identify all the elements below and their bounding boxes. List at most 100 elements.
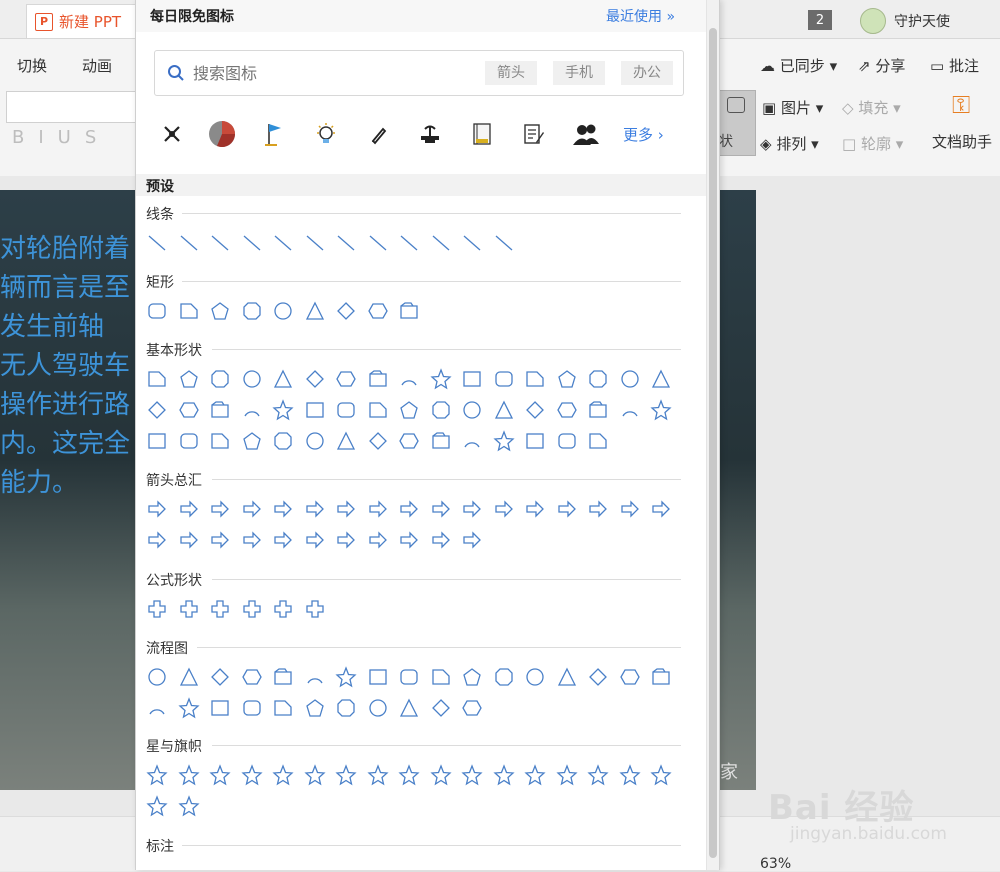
shape-item[interactable] <box>650 399 672 425</box>
shape-item[interactable] <box>398 666 420 692</box>
shape-item[interactable] <box>366 764 389 790</box>
shape-item[interactable] <box>209 430 231 456</box>
shape-item[interactable] <box>178 300 200 326</box>
shape-item[interactable] <box>146 697 168 723</box>
window-count-badge[interactable]: 2 <box>808 10 832 30</box>
shape-item[interactable] <box>650 764 672 790</box>
shape-item[interactable] <box>587 430 609 456</box>
shape-item[interactable] <box>146 666 168 692</box>
shape-item[interactable] <box>461 399 483 425</box>
shape-item[interactable] <box>367 498 389 524</box>
shape-item[interactable] <box>177 697 200 723</box>
shape-item[interactable] <box>272 529 294 555</box>
shape-item[interactable] <box>556 368 578 394</box>
user-account[interactable]: 守护天使 <box>860 8 950 34</box>
shape-item[interactable] <box>430 697 452 723</box>
shape-item[interactable] <box>241 300 263 326</box>
shape-item[interactable] <box>209 598 231 624</box>
shape-item[interactable] <box>241 598 263 624</box>
shape-item[interactable] <box>335 232 357 258</box>
shape-item[interactable] <box>493 399 515 425</box>
slide-text-box[interactable]: 对轮胎附着 辆而言是至 发生前轴 无人驾驶车 操作进行路 内。这完全 能力。 <box>0 230 140 503</box>
shape-item[interactable] <box>146 529 168 555</box>
shape-item[interactable] <box>177 764 200 790</box>
shape-item[interactable] <box>272 764 294 790</box>
shape-item[interactable] <box>272 498 294 524</box>
fill-button[interactable]: ◇ 填充 ▾ <box>842 97 901 118</box>
shape-item[interactable] <box>430 232 452 258</box>
shape-item[interactable] <box>272 666 294 692</box>
shape-item[interactable] <box>304 368 326 394</box>
shape-item[interactable] <box>367 697 389 723</box>
shape-item[interactable] <box>493 498 515 524</box>
shape-item[interactable] <box>556 399 578 425</box>
shape-item[interactable] <box>367 666 389 692</box>
shape-item[interactable] <box>524 498 546 524</box>
scrollbar-thumb[interactable] <box>709 28 717 858</box>
shape-item[interactable] <box>209 529 231 555</box>
shape-item[interactable] <box>272 368 294 394</box>
shape-item[interactable] <box>398 764 420 790</box>
shape-item[interactable] <box>398 232 420 258</box>
shape-item[interactable] <box>556 666 578 692</box>
shape-item[interactable] <box>367 232 389 258</box>
shape-item[interactable] <box>461 368 483 394</box>
shape-item[interactable] <box>493 368 515 394</box>
shape-item[interactable] <box>461 430 483 456</box>
shape-item[interactable] <box>524 399 546 425</box>
shape-item[interactable] <box>493 232 515 258</box>
shape-item[interactable] <box>209 300 231 326</box>
shape-item[interactable] <box>335 697 357 723</box>
shape-item[interactable] <box>335 430 357 456</box>
shape-item[interactable] <box>335 666 357 692</box>
underline-button[interactable]: U <box>58 127 71 148</box>
shape-item[interactable] <box>178 399 200 425</box>
shape-item[interactable] <box>556 430 578 456</box>
shape-item[interactable] <box>430 399 452 425</box>
shape-item[interactable] <box>272 399 294 425</box>
italic-button[interactable]: I <box>38 127 43 148</box>
shape-item[interactable] <box>177 795 200 821</box>
shape-item[interactable] <box>524 666 546 692</box>
shape-item[interactable] <box>367 399 389 425</box>
tab-transition[interactable]: 切换 <box>17 55 47 76</box>
shape-item[interactable] <box>587 399 609 425</box>
shape-item[interactable] <box>146 764 168 790</box>
shape-item[interactable] <box>524 368 546 394</box>
shape-item[interactable] <box>524 764 546 790</box>
outline-button[interactable]: □ 轮廓 ▾ <box>842 133 903 154</box>
shape-item[interactable] <box>367 529 389 555</box>
sync-status[interactable]: ☁ 已同步 ▾ <box>760 55 837 76</box>
shape-item[interactable] <box>178 598 200 624</box>
shape-item[interactable] <box>493 666 515 692</box>
shape-item[interactable] <box>146 368 168 394</box>
document-tab[interactable]: P 新建 PPT <box>26 4 146 38</box>
shape-item[interactable] <box>178 430 200 456</box>
shape-item[interactable] <box>461 697 483 723</box>
shape-item[interactable] <box>241 666 263 692</box>
shape-item[interactable] <box>461 764 483 790</box>
shape-item[interactable] <box>178 368 200 394</box>
shape-item[interactable] <box>430 666 452 692</box>
share-button[interactable]: ⇗ 分享 <box>858 55 905 76</box>
shape-item[interactable] <box>304 529 326 555</box>
shape-item[interactable] <box>146 399 168 425</box>
shape-item[interactable] <box>398 498 420 524</box>
shape-item[interactable] <box>650 666 672 692</box>
shape-item[interactable] <box>367 430 389 456</box>
shape-item[interactable] <box>178 529 200 555</box>
shape-item[interactable] <box>429 764 452 790</box>
shape-item[interactable] <box>398 430 420 456</box>
shape-item[interactable] <box>304 430 326 456</box>
shape-item[interactable] <box>587 666 609 692</box>
shape-item[interactable] <box>619 666 641 692</box>
shape-item[interactable] <box>430 529 452 555</box>
shape-item[interactable] <box>272 697 294 723</box>
shape-item[interactable] <box>272 232 294 258</box>
shape-item[interactable] <box>178 498 200 524</box>
shape-item[interactable] <box>492 430 515 456</box>
shape-item[interactable] <box>619 368 641 394</box>
shape-item[interactable] <box>241 529 263 555</box>
shape-item[interactable] <box>241 368 263 394</box>
shape-item[interactable] <box>209 498 231 524</box>
